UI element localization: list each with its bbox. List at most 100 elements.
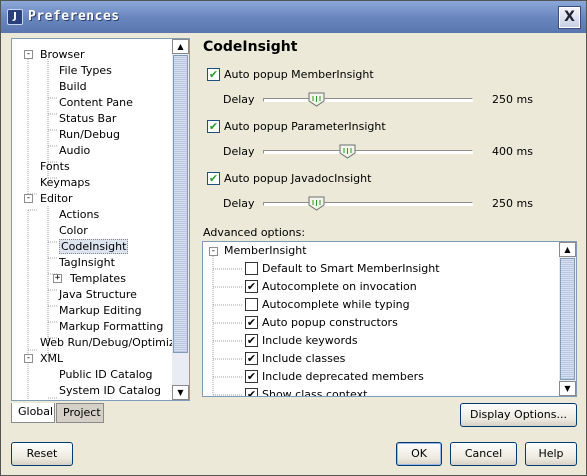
tree-scrollbar[interactable]: ▲ ▼ xyxy=(172,39,189,400)
tree-item-label: Markup Formatting xyxy=(59,320,164,333)
collapse-icon[interactable]: - xyxy=(24,194,33,203)
advanced-option[interactable]: ✔ Autocomplete on invocation xyxy=(245,279,417,295)
popup-checkbox[interactable]: ✔ Auto popup ParameterInsight xyxy=(207,120,386,136)
checkbox-icon[interactable]: ✔ xyxy=(245,370,258,383)
tree-item[interactable]: Markup Formatting xyxy=(59,319,163,335)
popup-checkbox[interactable]: ✔ Auto popup JavadocInsight xyxy=(207,172,371,188)
checkbox-icon[interactable] xyxy=(245,298,258,311)
tree-item[interactable]: - XML xyxy=(24,351,64,367)
tree-item[interactable]: + Templates xyxy=(53,271,126,287)
tree-item-label: Public ID Catalog xyxy=(59,368,153,381)
delay-slider-track[interactable] xyxy=(263,98,473,102)
page-title: CodeInsight xyxy=(203,39,298,55)
tree-item-label: Audio xyxy=(59,144,91,157)
delay-slider-thumb[interactable] xyxy=(308,196,325,211)
tree-item-label: File Types xyxy=(59,64,112,77)
tree-scroll-up-icon[interactable]: ▲ xyxy=(172,39,189,54)
title-bar[interactable]: J Preferences X xyxy=(1,1,586,33)
window-title: Preferences xyxy=(28,9,120,24)
close-button[interactable]: X xyxy=(558,6,581,29)
tree-item-label: Content Pane xyxy=(59,96,133,109)
tree-item[interactable]: CodeInsight xyxy=(59,239,129,255)
advanced-scroll-up-icon[interactable]: ▲ xyxy=(559,242,576,257)
tree-item-label: Web Run/Debug/Optimize xyxy=(40,336,172,349)
advanced-option[interactable]: ✔ Include keywords xyxy=(245,333,358,349)
preferences-tree: - Browser File Types Build Content Pane Statu… xyxy=(11,38,190,401)
checkbox-icon[interactable]: ✔ xyxy=(245,334,258,347)
collapse-icon[interactable]: - xyxy=(24,354,33,363)
display-options-button[interactable]: Display Options... xyxy=(460,403,577,427)
delay-slider-track[interactable] xyxy=(263,150,473,154)
delay-value: 250 ms xyxy=(492,197,533,210)
advanced-option-label: Show class context xyxy=(262,388,368,397)
tree-item-label: Keymaps xyxy=(40,176,91,189)
tree-item-label: XML xyxy=(40,352,64,365)
tree-item[interactable]: Audio xyxy=(59,143,90,159)
tree-item[interactable]: Markup Editing xyxy=(59,303,142,319)
checkbox-icon[interactable]: ✔ xyxy=(207,172,220,185)
tree-item[interactable]: Color xyxy=(59,223,88,239)
advanced-option[interactable]: ✔ Auto popup constructors xyxy=(245,315,398,331)
delay-slider-thumb[interactable] xyxy=(308,92,325,107)
checkbox-icon[interactable]: ✔ xyxy=(207,120,220,133)
delay-value: 250 ms xyxy=(492,93,533,106)
tree-item-label: Run/Debug xyxy=(59,128,120,141)
checkbox-icon[interactable]: ✔ xyxy=(207,68,220,81)
tree-item-label: Templates xyxy=(70,272,126,285)
reset-button[interactable]: Reset xyxy=(11,442,73,466)
tree-item[interactable]: Fonts xyxy=(40,159,70,175)
tree-item-label: System ID Catalog xyxy=(59,384,161,397)
cancel-button[interactable]: Cancel xyxy=(450,442,517,466)
advanced-scroll-thumb[interactable] xyxy=(560,258,575,380)
tab-project[interactable]: Project xyxy=(56,403,104,423)
checkbox-icon[interactable]: ✔ xyxy=(245,388,258,396)
advanced-option-label: Autocomplete while typing xyxy=(262,298,410,311)
tree-item[interactable]: Actions xyxy=(59,207,99,223)
tree-item[interactable]: Web Run/Debug/Optimize xyxy=(40,335,172,351)
tree-scroll-down-icon[interactable]: ▼ xyxy=(172,385,189,400)
advanced-scroll-down-icon[interactable]: ▼ xyxy=(559,381,576,396)
tree-item[interactable]: Keymaps xyxy=(40,175,90,191)
tree-item[interactable]: - Editor xyxy=(24,191,73,207)
advanced-option[interactable]: ✔ Show class context xyxy=(245,387,368,397)
tree-item[interactable]: Content Pane xyxy=(59,95,133,111)
tree-item[interactable]: - Browser xyxy=(24,47,85,63)
tree-item[interactable]: File Types xyxy=(59,63,112,79)
advanced-scrollbar[interactable]: ▲ ▼ xyxy=(559,242,576,396)
advanced-option-label: Include keywords xyxy=(262,334,358,347)
checkbox-icon[interactable] xyxy=(245,262,258,275)
tab-global[interactable]: Global xyxy=(11,403,55,423)
tree-item-label: Browser xyxy=(40,48,85,61)
expand-icon[interactable]: + xyxy=(53,274,62,283)
tree-item-label: Java Structure xyxy=(59,288,137,301)
tree-item[interactable]: Build xyxy=(59,79,87,95)
ok-button[interactable]: OK xyxy=(396,442,442,466)
delay-label: Delay xyxy=(223,197,255,210)
advanced-option[interactable]: Autocomplete while typing xyxy=(245,297,410,313)
tree-item-label: TagInsight xyxy=(59,256,115,269)
collapse-icon[interactable]: - xyxy=(209,246,218,256)
tree-item[interactable]: TagInsight xyxy=(59,255,115,271)
tree-item[interactable]: System ID Catalog xyxy=(59,383,161,399)
popup-checkbox[interactable]: ✔ Auto popup MemberInsight xyxy=(207,68,374,84)
tree-item-label: Markup Editing xyxy=(59,304,142,317)
collapse-icon[interactable]: - xyxy=(24,50,33,59)
advanced-option[interactable]: ✔ Include classes xyxy=(245,351,345,367)
tree-item-label: Editor xyxy=(40,192,73,205)
delay-slider-track[interactable] xyxy=(263,202,473,206)
tree-item[interactable]: Java Structure xyxy=(59,287,137,303)
tree-item[interactable]: Run/Debug xyxy=(59,127,120,143)
checkbox-icon[interactable]: ✔ xyxy=(245,352,258,365)
tree-item[interactable]: Public ID Catalog xyxy=(59,367,153,383)
checkbox-icon[interactable]: ✔ xyxy=(245,316,258,329)
checkbox-icon[interactable]: ✔ xyxy=(245,280,258,293)
advanced-option-label: Autocomplete on invocation xyxy=(262,280,417,293)
delay-slider-thumb[interactable] xyxy=(339,144,356,159)
tree-scroll-thumb[interactable] xyxy=(173,55,188,353)
app-icon: J xyxy=(7,9,23,25)
help-button[interactable]: Help xyxy=(525,442,577,466)
advanced-option[interactable]: Default to Smart MemberInsight xyxy=(245,261,440,277)
advanced-group-memberinsight[interactable]: - MemberInsight xyxy=(209,243,307,259)
tree-item[interactable]: Status Bar xyxy=(59,111,116,127)
advanced-option[interactable]: ✔ Include deprecated members xyxy=(245,369,424,385)
